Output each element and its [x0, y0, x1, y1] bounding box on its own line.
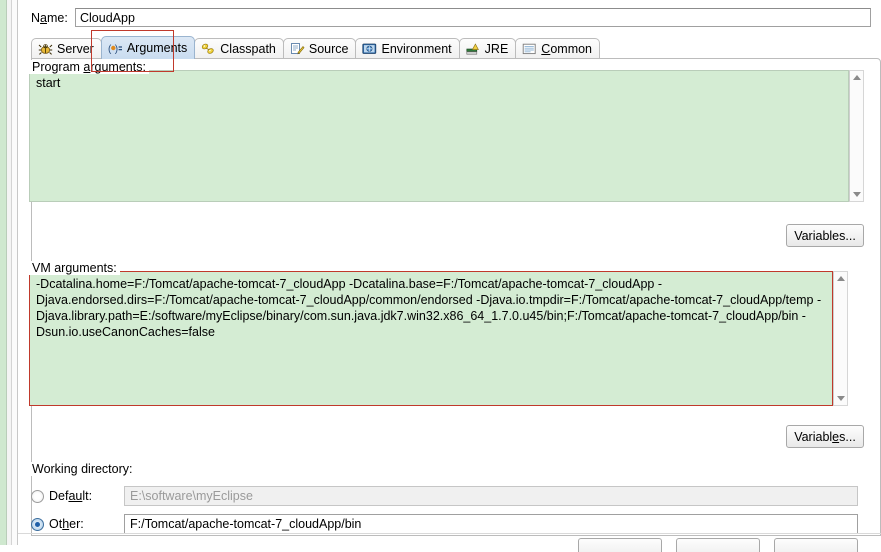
tab-source[interactable]: Source: [282, 38, 357, 59]
jre-icon: [466, 42, 481, 56]
name-row: Name:: [31, 8, 871, 30]
vm-variables-label-suffix: s...: [839, 429, 856, 444]
program-arguments-textarea[interactable]: start: [29, 70, 849, 202]
scroll-down-arrow-icon[interactable]: [834, 392, 847, 405]
tab-source-label: Source: [308, 42, 349, 56]
left-panel-strip: [0, 0, 7, 545]
tab-server[interactable]: Server: [31, 38, 102, 59]
tab-arguments[interactable]: ( ) Arguments: [100, 36, 196, 59]
bottom-button-3[interactable]: [774, 538, 858, 552]
working-directory-default-label: Default:: [49, 489, 92, 503]
svg-text:): ): [115, 44, 118, 55]
svg-text:(: (: [108, 44, 112, 55]
working-directory-other-radio[interactable]: Other:: [31, 517, 84, 531]
scroll-up-arrow-icon[interactable]: [834, 272, 847, 285]
program-arguments-label-prefix: Program: [32, 60, 84, 74]
program-arguments-label: Program arguments:: [29, 60, 149, 74]
vm-arguments-label: VM arguments:: [29, 261, 120, 275]
other-label-prefix: Ot: [49, 517, 63, 531]
common-icon: [522, 42, 537, 56]
vm-arguments-scrollbar[interactable]: [833, 271, 848, 406]
name-label-suffix: me:: [46, 11, 68, 25]
tab-strip: Server ( ) Arguments Classpath Source En…: [31, 36, 881, 59]
tab-classpath-label: Classpath: [220, 42, 276, 56]
vm-variables-label-prefix: Variabl: [794, 429, 833, 444]
tab-arguments-label: Arguments: [126, 41, 188, 55]
run-configuration-dialog: Name: CloudApp Server () Arguments Clas…: [0, 0, 881, 552]
bug-icon: [38, 42, 53, 56]
tab-environment[interactable]: Environment: [355, 38, 460, 59]
working-directory-label: Working directory:: [29, 462, 136, 476]
default-label-prefix: Def: [49, 489, 69, 503]
bottom-button-2[interactable]: [676, 538, 760, 552]
scroll-up-arrow-icon[interactable]: [850, 71, 863, 84]
default-label-suffix: lt:: [82, 489, 93, 503]
tab-server-label: Server: [57, 42, 94, 56]
tab-jre[interactable]: JRE: [458, 38, 517, 59]
dialog-body: Name: CloudApp Server () Arguments Clas…: [18, 0, 881, 545]
tab-common-label: Common: [541, 42, 593, 56]
environment-icon: [362, 42, 377, 56]
name-label: Name:: [31, 11, 68, 25]
default-label-mnemonic: au: [68, 489, 83, 503]
name-label-prefix: N: [31, 11, 41, 25]
name-label-mnemonic: a: [40, 11, 47, 25]
vm-variables-label-mnemonic: e: [832, 429, 840, 444]
vm-arguments-variables-button[interactable]: Variabl e s...: [786, 425, 864, 448]
scroll-down-arrow-icon[interactable]: [850, 188, 863, 201]
program-arguments-label-suffix: rguments:: [90, 60, 146, 74]
other-label-suffix: er:: [69, 517, 84, 531]
radio-indicator-default[interactable]: [31, 489, 44, 503]
classpath-icon: [201, 42, 216, 56]
tab-jre-label: JRE: [484, 42, 509, 56]
arguments-icon: ( ): [108, 41, 123, 55]
tab-classpath[interactable]: Classpath: [194, 38, 284, 59]
bottom-button-1[interactable]: [578, 538, 662, 552]
tab-common-mnemonic: C: [541, 42, 551, 56]
program-variables-label: Variables...: [794, 228, 856, 243]
program-arguments-variables-button[interactable]: Variables...: [786, 224, 864, 247]
radio-indicator-other[interactable]: [31, 517, 44, 531]
vm-arguments-textarea[interactable]: -Dcatalina.home=F:/Tomcat/apache-tomcat-…: [29, 271, 833, 406]
program-arguments-scrollbar[interactable]: [849, 70, 864, 202]
tab-common[interactable]: Common: [515, 38, 601, 59]
working-directory-other-field[interactable]: F:/Tomcat/apache-tomcat-7_cloudApp/bin: [124, 514, 858, 534]
working-directory-default-radio[interactable]: Default:: [31, 489, 92, 503]
bottom-separator: [18, 533, 881, 534]
name-input[interactable]: [75, 8, 871, 27]
working-directory-default-field: E:\software\myEclipse: [124, 486, 858, 506]
source-icon: [290, 42, 305, 56]
working-directory-other-label: Other:: [49, 517, 84, 531]
tab-environment-label: Environment: [381, 42, 452, 56]
